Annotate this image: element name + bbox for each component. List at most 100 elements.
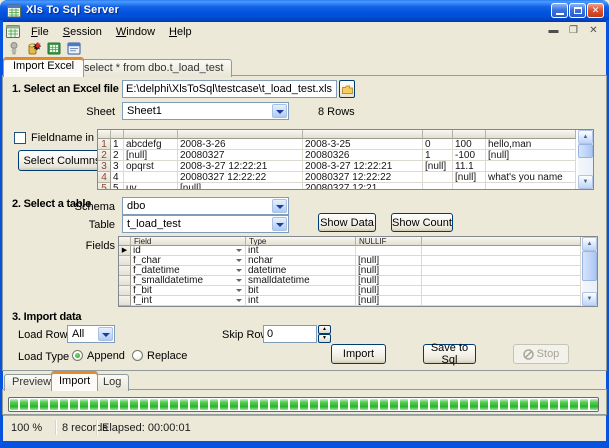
column-header[interactable]: Type (246, 237, 356, 246)
scroll-up-icon[interactable]: ▲ (578, 130, 593, 144)
cell-value[interactable] (486, 161, 576, 172)
skip-rows-input[interactable]: 0 (263, 325, 317, 343)
row-number[interactable]: 4 (98, 172, 111, 183)
cell-value[interactable]: 2008-3-27 12:22:21 (178, 161, 303, 172)
cell-value[interactable]: 2 (111, 150, 124, 161)
column-header[interactable] (98, 130, 111, 139)
menu-item-help[interactable]: Help (162, 24, 199, 40)
menu-item-file[interactable]: File (24, 24, 56, 40)
cell-value[interactable] (422, 296, 581, 306)
replace-radio[interactable] (132, 350, 143, 361)
cell-value[interactable]: smalldatetime (246, 276, 356, 286)
close-button[interactable]: ✕ (587, 3, 604, 18)
row-number[interactable]: 3 (98, 161, 111, 172)
column-header[interactable]: Field (131, 237, 246, 246)
column-header[interactable] (486, 130, 576, 139)
cell-value[interactable] (453, 183, 486, 189)
chevron-down-icon[interactable] (98, 327, 113, 341)
cell-value[interactable]: what's you name (486, 172, 576, 183)
column-header[interactable] (422, 237, 581, 246)
table-row[interactable]: 55uv[null]20080327 12:21 (98, 183, 578, 189)
table-select[interactable]: t_load_test (122, 215, 289, 233)
cell-value[interactable]: [null] (356, 286, 422, 296)
column-header[interactable] (119, 237, 131, 246)
menu-item-window[interactable]: Window (109, 24, 162, 40)
sql-query-icon[interactable] (66, 41, 82, 56)
chevron-down-icon[interactable] (272, 104, 287, 118)
spin-down-icon[interactable]: ▼ (318, 334, 331, 343)
cell-value[interactable]: [null] (486, 150, 576, 161)
scrollbar-thumb[interactable] (582, 251, 597, 281)
column-header[interactable] (453, 130, 486, 139)
fieldname-in-header-checkbox[interactable] (14, 132, 26, 144)
cell-value[interactable]: [null] (423, 161, 453, 172)
chevron-down-icon[interactable] (272, 217, 287, 231)
column-header[interactable] (423, 130, 453, 139)
scroll-down-icon[interactable]: ▼ (582, 292, 597, 306)
cell-value[interactable] (423, 183, 453, 189)
table-row[interactable]: f_bitbit[null] (119, 286, 582, 296)
cell-value[interactable]: [null] (356, 276, 422, 286)
tab-select-query[interactable]: select * from dbo.t_load_test (75, 59, 232, 77)
cell-value[interactable]: f_smalldatetime (131, 276, 246, 286)
cell-value[interactable] (422, 276, 581, 286)
cell-value[interactable]: abcdefg (124, 139, 178, 150)
scroll-down-icon[interactable]: ▼ (578, 175, 593, 189)
cell-value[interactable]: 2008-3-26 (178, 139, 303, 150)
table-row[interactable]: f_smalldatetimesmalldatetime[null] (119, 276, 582, 286)
schema-select[interactable]: dbo (122, 197, 289, 215)
show-count-button[interactable]: Show Count (391, 213, 453, 232)
cell-value[interactable]: int (246, 296, 356, 306)
table-row[interactable]: 22[null]20080327200803261-100[null] (98, 150, 578, 161)
show-data-button[interactable]: Show Data (318, 213, 376, 232)
cell-value[interactable]: 20080326 (303, 150, 423, 161)
mdi-close-icon[interactable]: ✕ (587, 25, 600, 37)
skip-rows-stepper[interactable]: ▲ ▼ (318, 325, 331, 343)
cell-dropdown-icon[interactable] (234, 276, 243, 285)
cell-value[interactable]: hello,man (486, 139, 576, 150)
connect-icon[interactable] (6, 41, 22, 56)
cell-value[interactable]: f_bit (131, 286, 246, 296)
minimize-button[interactable] (551, 3, 568, 18)
row-number[interactable]: 1 (98, 139, 111, 150)
cell-value[interactable]: f_datetime (131, 266, 246, 276)
maximize-button[interactable] (569, 3, 586, 18)
table-row[interactable]: 33opqrst2008-3-27 12:22:212008-3-27 12:2… (98, 161, 578, 172)
row-number[interactable]: 2 (98, 150, 111, 161)
row-marker[interactable] (119, 256, 131, 266)
chevron-down-icon[interactable] (272, 199, 287, 213)
cell-dropdown-icon[interactable] (234, 246, 243, 255)
title-bar[interactable]: Xls To Sql Server ✕ (0, 0, 609, 22)
cell-value[interactable]: 20080327 12:22:22 (178, 172, 303, 183)
cell-value[interactable]: 2008-3-27 12:22:21 (303, 161, 423, 172)
row-marker[interactable] (119, 286, 131, 296)
table-row[interactable]: 4420080327 12:22:2220080327 12:22:22[nul… (98, 172, 578, 183)
column-header[interactable] (303, 130, 423, 139)
preview-grid[interactable]: 11abcdefg2008-3-262008-3-250100hello,man… (97, 129, 594, 190)
tab-import[interactable]: Import (51, 371, 98, 391)
close-connection-icon[interactable] (26, 41, 42, 56)
mdi-minimize-icon[interactable]: ▬ (547, 25, 560, 37)
cell-value[interactable]: -100 (453, 150, 486, 161)
table-row[interactable]: f_intint[null] (119, 296, 582, 306)
table-row[interactable]: 11abcdefg2008-3-262008-3-250100hello,man (98, 139, 578, 150)
cell-value[interactable]: f_int (131, 296, 246, 306)
cell-value[interactable]: [null] (356, 256, 422, 266)
select-columns-button[interactable]: Select Columns (18, 150, 106, 171)
cell-value[interactable]: [null] (356, 296, 422, 306)
cell-value[interactable]: 20080327 12:21 (303, 183, 423, 189)
mdi-restore-icon[interactable]: ❐ (567, 25, 580, 37)
cell-value[interactable] (422, 286, 581, 296)
append-radio[interactable] (72, 350, 83, 361)
cell-value[interactable]: uv (124, 183, 178, 189)
excel-file-path-input[interactable]: E:\delphi\XlsToSql\testcase\t_load_test.… (122, 80, 337, 98)
cell-value[interactable]: int (246, 246, 356, 256)
cell-value[interactable]: [null] (178, 183, 303, 189)
menu-item-session[interactable]: Session (56, 24, 109, 40)
tab-import-excel[interactable]: Import Excel (3, 57, 84, 77)
cell-value[interactable]: [null] (356, 266, 422, 276)
cell-value[interactable]: 2008-3-25 (303, 139, 423, 150)
row-marker[interactable] (119, 276, 131, 286)
spin-up-icon[interactable]: ▲ (318, 325, 331, 334)
mdi-child-icon[interactable] (6, 25, 20, 38)
